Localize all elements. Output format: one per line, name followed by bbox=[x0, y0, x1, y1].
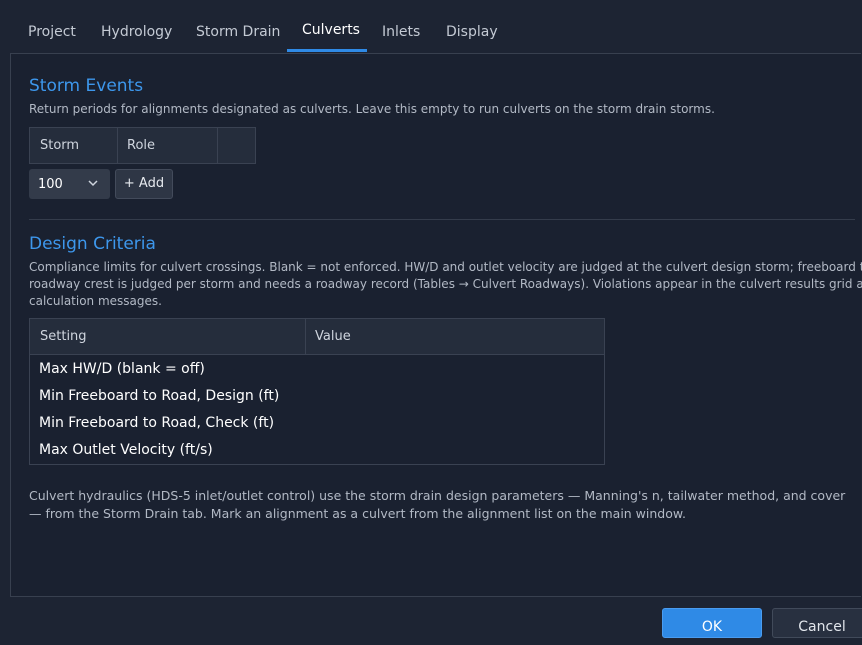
column-header-storm[interactable]: Storm bbox=[40, 138, 79, 153]
culverts-panel: Storm Events Return periods for alignmen… bbox=[10, 53, 862, 597]
design-criteria-description: Compliance limits for culvert crossings.… bbox=[29, 259, 862, 310]
column-header-setting[interactable]: Setting bbox=[40, 329, 87, 344]
table-row[interactable]: Max HW/D (blank = off) bbox=[39, 361, 205, 377]
chevron-down-icon bbox=[88, 180, 98, 187]
design-criteria-table: Setting Value Max HW/D (blank = off) Min… bbox=[29, 318, 605, 465]
table-row[interactable]: Min Freeboard to Road, Design (ft) bbox=[39, 388, 279, 404]
description-line: roadway crest is judged per storm and ne… bbox=[29, 277, 862, 291]
design-criteria-title: Design Criteria bbox=[29, 234, 156, 254]
tab-storm-drain[interactable]: Storm Drain bbox=[196, 24, 280, 40]
value-cell[interactable] bbox=[314, 388, 594, 406]
design-criteria-table-header: Setting Value bbox=[30, 319, 604, 355]
tab-project[interactable]: Project bbox=[28, 24, 76, 40]
tab-inlets[interactable]: Inlets bbox=[382, 24, 420, 40]
active-tab-indicator bbox=[287, 49, 367, 52]
storm-events-title: Storm Events bbox=[29, 76, 144, 96]
add-storm-button[interactable]: + Add bbox=[115, 169, 173, 199]
storm-select[interactable]: 100 bbox=[29, 169, 110, 199]
storm-events-description: Return periods for alignments designated… bbox=[29, 102, 715, 116]
description-line: Compliance limits for culvert crossings.… bbox=[29, 260, 862, 274]
tab-culverts[interactable]: Culverts bbox=[302, 22, 360, 38]
column-separator bbox=[305, 319, 306, 354]
note-line: — from the Storm Drain tab. Mark an alig… bbox=[29, 506, 686, 521]
value-cell[interactable] bbox=[314, 442, 594, 460]
column-header-role[interactable]: Role bbox=[127, 138, 155, 153]
table-row[interactable]: Min Freeboard to Road, Check (ft) bbox=[39, 415, 274, 431]
storm-events-table: Storm Role bbox=[29, 127, 256, 164]
value-cell[interactable] bbox=[314, 415, 594, 433]
storm-events-table-header: Storm Role bbox=[30, 128, 255, 164]
note-line: Culvert hydraulics (HDS-5 inlet/outlet c… bbox=[29, 488, 846, 503]
table-row[interactable]: Max Outlet Velocity (ft/s) bbox=[39, 442, 213, 458]
section-divider bbox=[29, 219, 855, 220]
description-line: calculation messages. bbox=[29, 294, 162, 308]
storm-select-value: 100 bbox=[38, 177, 63, 192]
tab-hydrology[interactable]: Hydrology bbox=[101, 24, 172, 40]
tab-bar: Project Hydrology Storm Drain Culverts I… bbox=[0, 0, 862, 53]
value-cell[interactable] bbox=[314, 361, 594, 379]
culvert-hydraulics-note: Culvert hydraulics (HDS-5 inlet/outlet c… bbox=[29, 487, 845, 523]
column-separator bbox=[217, 128, 218, 163]
tab-display[interactable]: Display bbox=[446, 24, 498, 40]
column-separator bbox=[117, 128, 118, 163]
column-header-value[interactable]: Value bbox=[315, 329, 351, 344]
